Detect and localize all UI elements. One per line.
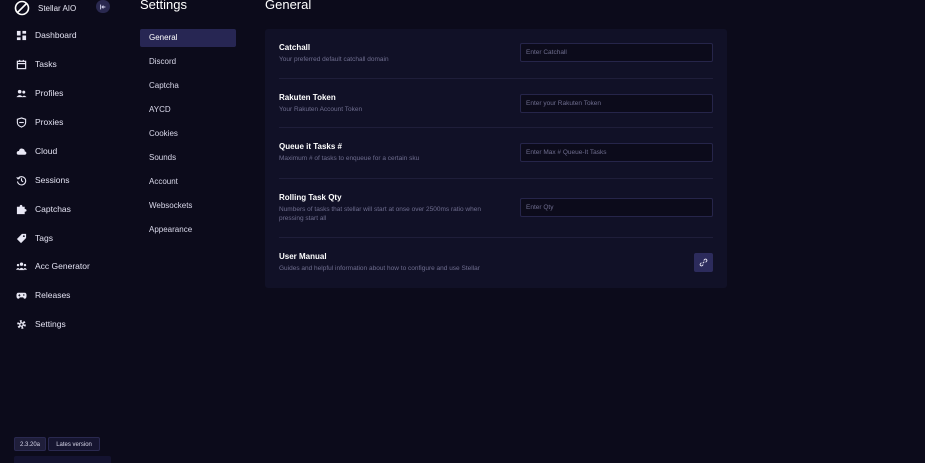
sidebar-item-proxies[interactable]: Proxies: [16, 115, 63, 129]
sidebar-item-tasks[interactable]: Tasks: [16, 57, 57, 71]
settings-tab-discord[interactable]: Discord: [140, 53, 236, 71]
sidebar-item-label: Cloud: [35, 146, 58, 156]
sidebar: Stellar AIO Dashboard Tasks Profiles Pro…: [0, 0, 125, 463]
rolling-task-qty-description: Numbers of tasks that stellar will start…: [279, 206, 481, 222]
sidebar-item-settings[interactable]: Settings: [16, 317, 66, 331]
settings-tab-account[interactable]: Account: [140, 173, 236, 191]
rakuten-token-description: Your Rakuten Account Token: [279, 106, 363, 113]
sidebar-item-label: Settings: [35, 319, 66, 329]
divider: [279, 178, 713, 179]
user-manual-description: Guides and helpful information about how…: [279, 265, 480, 272]
queue-it-tasks-description: Maximum # of tasks to enqueue for a cert…: [279, 155, 420, 162]
sidebar-item-acc-generator[interactable]: Acc Generator: [16, 259, 90, 273]
settings-tab-websockets[interactable]: Websockets: [140, 197, 236, 215]
brand: Stellar AIO: [14, 0, 76, 16]
sidebar-item-cloud[interactable]: Cloud: [16, 144, 57, 158]
version-info: 2.3.20a Lates version: [14, 437, 101, 451]
user-manual-link-button[interactable]: [694, 253, 713, 272]
divider: [279, 127, 713, 128]
user-group-icon: [16, 261, 27, 272]
sidebar-item-dashboard[interactable]: Dashboard: [16, 28, 77, 42]
settings-tab-captcha[interactable]: Captcha: [140, 77, 236, 95]
calendar-icon: [16, 59, 27, 70]
settings-tab-general[interactable]: General: [140, 29, 236, 47]
sidebar-item-profiles[interactable]: Profiles: [16, 86, 63, 100]
collapse-icon: [100, 4, 106, 9]
sidebar-item-label: Captchas: [35, 204, 71, 214]
collapse-sidebar-button[interactable]: [96, 0, 110, 13]
app-window: Stellar AIO Dashboard Tasks Profiles Pro…: [0, 0, 925, 463]
shield-icon: [16, 116, 27, 128]
queue-it-tasks-title: Queue it Tasks #: [279, 142, 342, 151]
general-settings-panel: Catchall Your preferred default catchall…: [265, 29, 727, 288]
sidebar-item-captchas[interactable]: Captchas: [16, 202, 71, 216]
settings-tab-aycd[interactable]: AYCD: [140, 101, 236, 119]
rolling-task-qty-title: Rolling Task Qty: [279, 193, 342, 202]
divider: [279, 237, 713, 238]
catchall-title: Catchall: [279, 43, 311, 52]
catchall-input[interactable]: [520, 43, 713, 62]
gear-icon: [16, 319, 27, 330]
footer-button[interactable]: [14, 456, 111, 463]
settings-tab-appearance[interactable]: Appearance: [140, 221, 236, 239]
queue-it-tasks-input[interactable]: [520, 143, 713, 162]
app-name: Stellar AIO: [38, 3, 77, 13]
page-title: General: [265, 0, 312, 12]
cloud-icon: [16, 146, 27, 157]
stellar-logo-icon: [14, 0, 30, 16]
version-status-badge: Lates version: [48, 437, 101, 451]
rakuten-token-input[interactable]: [520, 94, 713, 113]
rolling-task-qty-input[interactable]: [520, 198, 713, 217]
sidebar-item-label: Dashboard: [35, 30, 77, 40]
gamepad-icon: [16, 290, 27, 301]
sidebar-item-label: Proxies: [35, 117, 64, 127]
catchall-description: Your preferred default catchall domain: [279, 56, 389, 63]
version-badge: 2.3.20a: [14, 437, 47, 451]
sidebar-item-label: Tasks: [35, 59, 57, 69]
sidebar-item-label: Profiles: [35, 88, 64, 98]
settings-tab-cookies[interactable]: Cookies: [140, 125, 236, 143]
sidebar-item-label: Sessions: [35, 175, 70, 185]
sidebar-item-label: Releases: [35, 290, 71, 300]
sidebar-item-releases[interactable]: Releases: [16, 288, 70, 302]
settings-title: Settings: [140, 0, 187, 12]
settings-tab-sounds[interactable]: Sounds: [140, 149, 236, 167]
sidebar-item-label: Tags: [35, 233, 53, 243]
sidebar-item-label: Acc Generator: [35, 261, 90, 271]
user-manual-title: User Manual: [279, 252, 327, 261]
divider: [279, 78, 713, 79]
rakuten-token-title: Rakuten Token: [279, 93, 336, 102]
sidebar-item-sessions[interactable]: Sessions: [16, 173, 70, 187]
puzzle-icon: [16, 204, 27, 215]
sidebar-item-tags[interactable]: Tags: [16, 231, 53, 245]
link-icon: [699, 258, 708, 267]
dashboard-icon: [16, 30, 27, 41]
tag-icon: [16, 233, 27, 244]
history-icon: [16, 175, 27, 186]
users-icon: [16, 88, 27, 99]
